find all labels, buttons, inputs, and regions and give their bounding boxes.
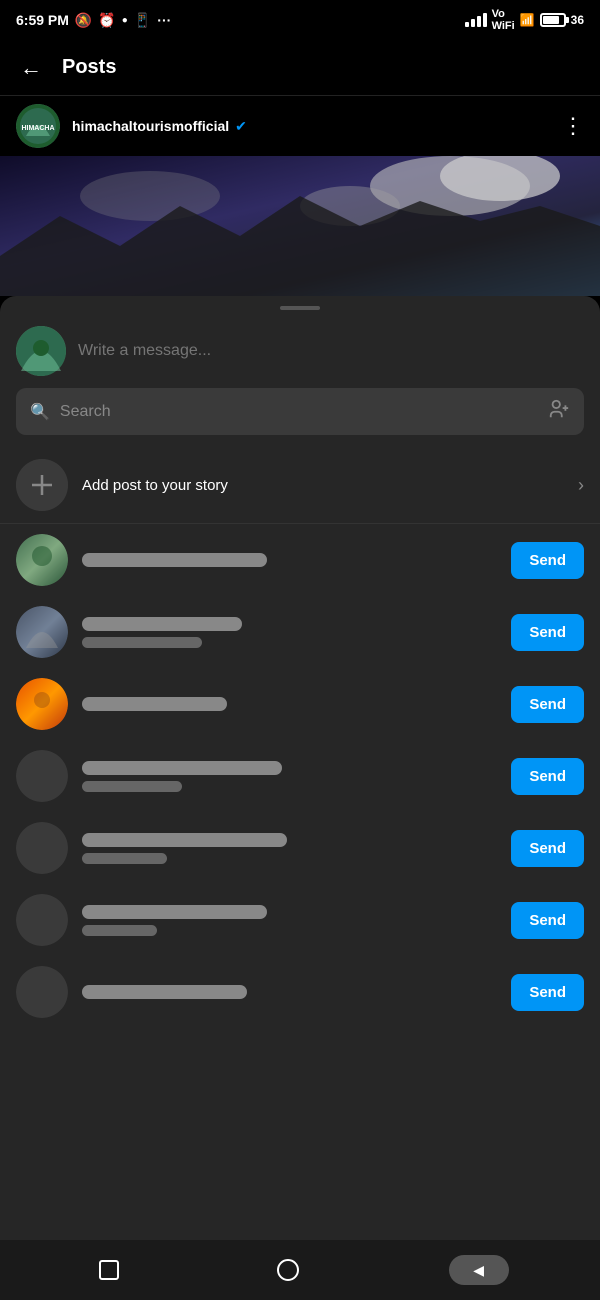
battery-fill	[543, 16, 559, 24]
contact-name-blur	[82, 833, 287, 847]
add-story-row[interactable]: Add post to your story ›	[0, 447, 600, 524]
status-time: 6:59 PM 🔕 ⏰ ● 📱 ···	[16, 12, 171, 29]
dot-icon: ●	[122, 15, 128, 26]
add-story-label: Add post to your story	[82, 477, 564, 494]
contact-name-blur	[82, 905, 267, 919]
top-navigation: ← Posts	[0, 40, 600, 96]
contact-name-blur	[82, 761, 282, 775]
contact-info	[82, 553, 497, 567]
contact-info	[82, 617, 497, 648]
post-header: HIMACHA himachaltourismofficial ✔ ⋮	[0, 96, 600, 156]
send-button[interactable]: Send	[511, 758, 584, 795]
status-bar: 6:59 PM 🔕 ⏰ ● 📱 ··· VoWiFi 📶 36	[0, 0, 600, 40]
contact-sub-blur	[82, 853, 167, 864]
send-button[interactable]: Send	[511, 542, 584, 579]
dots-icon: ···	[157, 12, 171, 28]
avatar: HIMACHA	[16, 104, 60, 148]
contact-avatar	[16, 822, 68, 874]
contact-info	[82, 905, 497, 936]
message-input[interactable]	[78, 342, 584, 360]
contact-info	[82, 985, 497, 999]
bottom-navigation: ◀	[0, 1240, 600, 1300]
svg-text:HIMACHA: HIMACHA	[21, 125, 54, 132]
sheet-handle-row	[0, 296, 600, 318]
contact-avatar	[16, 606, 68, 658]
contact-name-blur	[82, 697, 227, 711]
back-icon: ◀	[473, 1262, 484, 1279]
battery-percent: 36	[571, 13, 584, 27]
home-button[interactable]	[270, 1252, 306, 1288]
list-item: Send	[0, 884, 600, 956]
vo-label: VoWiFi	[492, 8, 515, 32]
signal-strength	[465, 13, 487, 27]
verified-badge: ✔	[235, 118, 247, 135]
contact-sub-blur	[82, 925, 157, 936]
more-options-button[interactable]: ⋮	[562, 113, 584, 139]
whatsapp-icon: 📱	[134, 12, 151, 29]
post-image	[0, 156, 600, 296]
square-icon	[99, 1260, 119, 1280]
username-row: himachaltourismofficial ✔	[72, 118, 247, 135]
time-display: 6:59 PM	[16, 12, 69, 28]
list-item: Send	[0, 956, 600, 1028]
wifi-icon: 📶	[520, 13, 535, 27]
username-text: himachaltourismofficial	[72, 118, 229, 134]
send-button[interactable]: Send	[511, 974, 584, 1011]
contact-name-blur	[82, 617, 242, 631]
status-indicators: VoWiFi 📶 36	[465, 8, 584, 32]
contact-info	[82, 833, 497, 864]
alarm-icon: ⏰	[98, 12, 115, 29]
search-bar[interactable]: 🔍 Search	[16, 388, 584, 435]
contact-list: Send Send Send	[0, 524, 600, 1028]
search-icon: 🔍	[30, 402, 50, 422]
send-button[interactable]: Send	[511, 830, 584, 867]
list-item: Send	[0, 740, 600, 812]
user-avatar	[16, 326, 66, 376]
add-people-icon[interactable]	[548, 398, 570, 425]
contact-name-blur	[82, 985, 247, 999]
battery-indicator	[540, 13, 566, 27]
page-title: Posts	[62, 56, 584, 79]
sheet-handle	[280, 306, 320, 310]
list-item: Send	[0, 596, 600, 668]
search-placeholder: Search	[60, 403, 538, 421]
recent-apps-button[interactable]	[91, 1252, 127, 1288]
share-bottom-sheet: 🔍 Search Add post to your story ›	[0, 296, 600, 1240]
send-button[interactable]: Send	[511, 686, 584, 723]
contact-info	[82, 697, 497, 711]
avatar-image: HIMACHA	[16, 104, 60, 148]
circle-icon	[277, 1259, 299, 1281]
contact-sub-blur	[82, 781, 182, 792]
list-item: Send	[0, 812, 600, 884]
contact-sub-blur	[82, 637, 202, 648]
message-input-row	[0, 318, 600, 388]
list-item: Send	[0, 524, 600, 596]
list-item: Send	[0, 668, 600, 740]
back-button[interactable]: ←	[16, 51, 46, 85]
contact-avatar	[16, 894, 68, 946]
send-button[interactable]: Send	[511, 902, 584, 939]
contact-info	[82, 761, 497, 792]
story-circle	[16, 459, 68, 511]
contact-avatar	[16, 966, 68, 1018]
chevron-right-icon: ›	[578, 475, 584, 496]
back-button-nav[interactable]: ◀	[449, 1255, 509, 1285]
contact-avatar	[16, 750, 68, 802]
silent-icon: 🔕	[75, 12, 92, 29]
contact-avatar	[16, 678, 68, 730]
contact-name-blur	[82, 553, 267, 567]
send-button[interactable]: Send	[511, 614, 584, 651]
contact-avatar	[16, 534, 68, 586]
profile-info: HIMACHA himachaltourismofficial ✔	[16, 104, 247, 148]
